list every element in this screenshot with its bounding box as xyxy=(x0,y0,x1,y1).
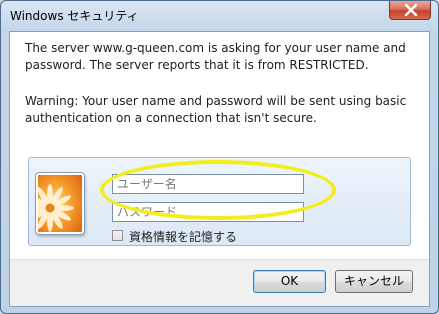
button-bar: OK キャンセル xyxy=(10,259,429,306)
user-avatar xyxy=(36,173,84,234)
remember-credentials-checkbox[interactable] xyxy=(112,230,123,241)
close-button[interactable] xyxy=(389,1,431,20)
dialog-content: The server www.g-queen.com is asking for… xyxy=(9,31,430,307)
password-field[interactable]: パスワード xyxy=(112,202,304,222)
ok-button[interactable]: OK xyxy=(253,270,326,293)
title-bar[interactable]: Windows セキュリティ xyxy=(1,1,438,31)
security-warning: Warning: Your user name and password wil… xyxy=(25,94,407,125)
close-icon xyxy=(404,4,418,16)
credential-tile[interactable]: ユーザー名 パスワード 資格情報を記憶する xyxy=(28,157,411,246)
server-message: The server www.g-queen.com is asking for… xyxy=(25,41,406,72)
username-field[interactable]: ユーザー名 xyxy=(112,174,304,194)
remember-credentials-label[interactable]: 資格情報を記憶する xyxy=(129,228,237,245)
cancel-button[interactable]: キャンセル xyxy=(335,270,413,293)
flower-avatar-icon xyxy=(38,175,82,232)
credential-dialog: Windows セキュリティ The server www.g-queen.co… xyxy=(0,0,439,314)
window-title: Windows セキュリティ xyxy=(10,9,139,23)
